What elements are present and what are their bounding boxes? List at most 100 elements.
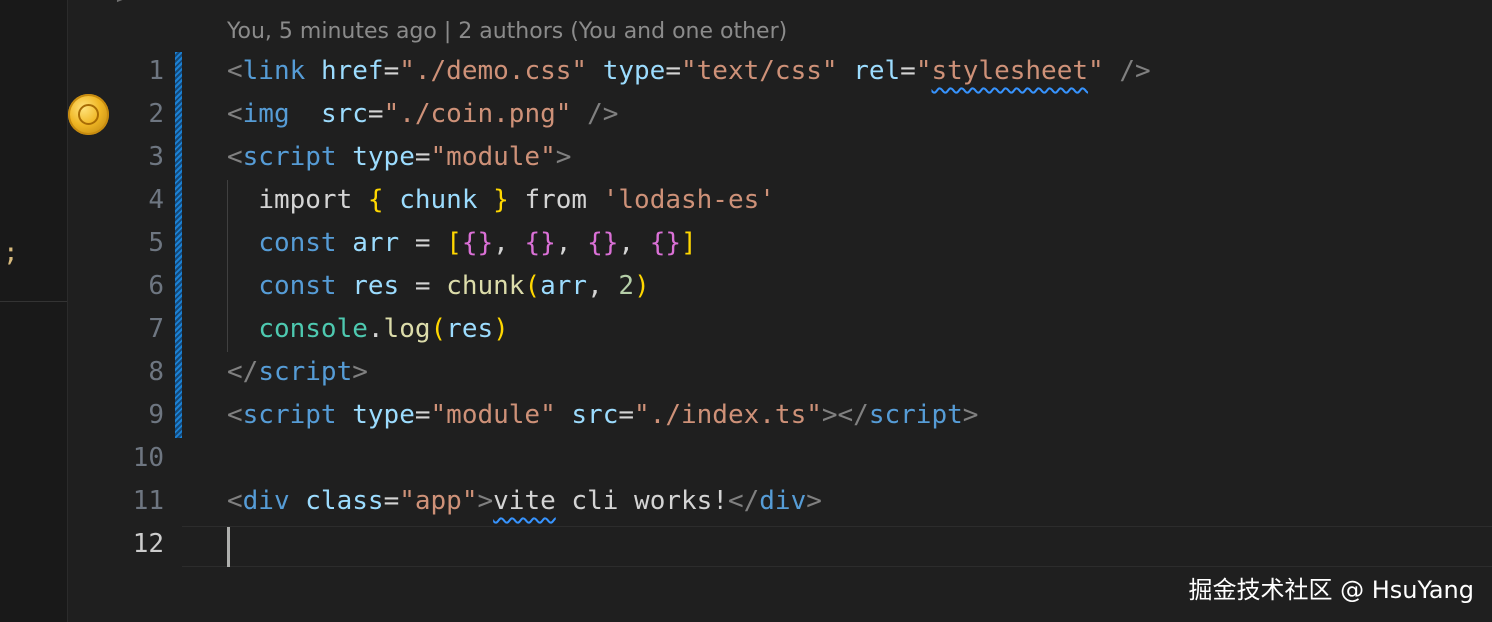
code-line[interactable]: const res = chunk(arr, 2) — [227, 265, 650, 308]
code-token: , — [493, 228, 525, 258]
line-number[interactable]: 12 — [104, 523, 164, 566]
git-blame-annotation[interactable]: You, 5 minutes ago | 2 authors (You and … — [227, 19, 787, 44]
line-number[interactable]: 5 — [104, 222, 164, 265]
code-token: , — [587, 271, 619, 301]
code-token: "app" — [399, 486, 478, 516]
line-number[interactable]: 11 — [104, 480, 164, 523]
line-number[interactable]: 9 — [104, 394, 164, 437]
code-line[interactable]: <script type="module" src="./index.ts"><… — [227, 394, 978, 437]
line-number[interactable]: 4 — [104, 179, 164, 222]
code-token: ></ — [821, 400, 869, 430]
text-cursor — [227, 527, 230, 567]
code-token: chunk — [399, 185, 478, 215]
code-token: " — [1088, 56, 1104, 86]
editor-screen: ; - > 123456789101112 You, 5 minutes ago… — [0, 0, 1492, 622]
code-token: type — [352, 400, 415, 430]
code-token: import — [258, 185, 353, 215]
code-token: ) — [493, 314, 509, 344]
code-line[interactable]: import { chunk } from 'lodash-es' — [227, 179, 775, 222]
code-token: /> — [1119, 56, 1151, 86]
code-token: "./coin.png" — [383, 99, 572, 129]
code-token: { — [367, 185, 384, 215]
line-number[interactable]: 10 — [104, 437, 164, 480]
code-token: "./index.ts" — [634, 400, 822, 430]
code-line[interactable]: <div class="app">vite cli works!</div> — [227, 480, 822, 523]
code-line[interactable]: </script> — [227, 351, 368, 394]
code-token: > — [352, 357, 368, 387]
code-token: < — [227, 486, 243, 516]
line-number[interactable]: 2 — [104, 93, 164, 136]
code-line[interactable]: <script type="module"> — [227, 136, 571, 179]
code-token: script — [258, 357, 353, 387]
line-number[interactable]: 8 — [104, 351, 164, 394]
code-token: div — [759, 486, 807, 516]
code-token: ) — [634, 271, 650, 301]
code-token: . — [367, 314, 384, 344]
code-token: /> — [587, 99, 619, 129]
code-line[interactable]: console.log(res) — [227, 308, 509, 351]
code-line[interactable]: <img src="./coin.png" /> — [227, 93, 618, 136]
code-token: = — [900, 56, 916, 86]
code-token: console — [258, 314, 368, 344]
code-token: script — [868, 400, 963, 430]
code-token: "module" — [430, 400, 556, 430]
code-token: } — [493, 185, 509, 215]
code-token: {} — [524, 228, 556, 258]
code-token: , — [555, 228, 588, 258]
code-token: from — [524, 185, 588, 215]
line-number[interactable]: 7 — [104, 308, 164, 351]
code-token: {} — [461, 228, 494, 258]
code-token: < — [227, 400, 243, 430]
code-token: 'lodash-es' — [602, 185, 775, 215]
code-token: " — [915, 56, 932, 86]
code-token: = — [414, 142, 431, 172]
code-token: src — [571, 400, 619, 430]
code-token: chunk — [446, 271, 525, 301]
code-token: log — [383, 314, 431, 344]
code-token: "module" — [430, 142, 556, 172]
code-token: < — [227, 99, 243, 129]
line-number[interactable]: 3 — [104, 136, 164, 179]
code-token: div — [242, 486, 290, 516]
current-line-highlight — [182, 526, 1492, 567]
code-token: </ — [727, 486, 760, 516]
code-token: > — [806, 486, 822, 516]
spelling-warning-token: vite — [493, 486, 556, 516]
code-token: 2 — [618, 271, 635, 301]
code-token: "./demo.css" — [399, 56, 588, 86]
code-token: = — [665, 56, 681, 86]
code-token: script — [242, 142, 337, 172]
git-change-indicator[interactable] — [175, 52, 182, 438]
line-number[interactable]: 6 — [104, 265, 164, 308]
code-token: class — [305, 486, 384, 516]
code-token: {} — [587, 228, 619, 258]
code-token: href — [320, 56, 384, 86]
code-token: img — [242, 99, 290, 129]
code-token: ( — [524, 271, 541, 301]
code-line[interactable]: <link href="./demo.css" type="text/css" … — [227, 50, 1151, 93]
code-token: </ — [227, 357, 259, 387]
code-token: < — [227, 142, 243, 172]
pane-divider — [0, 301, 67, 302]
line-number[interactable]: 1 — [104, 50, 164, 93]
code-token: ( — [430, 314, 447, 344]
code-token: arr — [352, 228, 400, 258]
code-line[interactable]: const arr = [{}, {}, {}, {}] — [227, 222, 696, 265]
code-token: > — [477, 486, 494, 516]
code-token: arr — [540, 271, 588, 301]
